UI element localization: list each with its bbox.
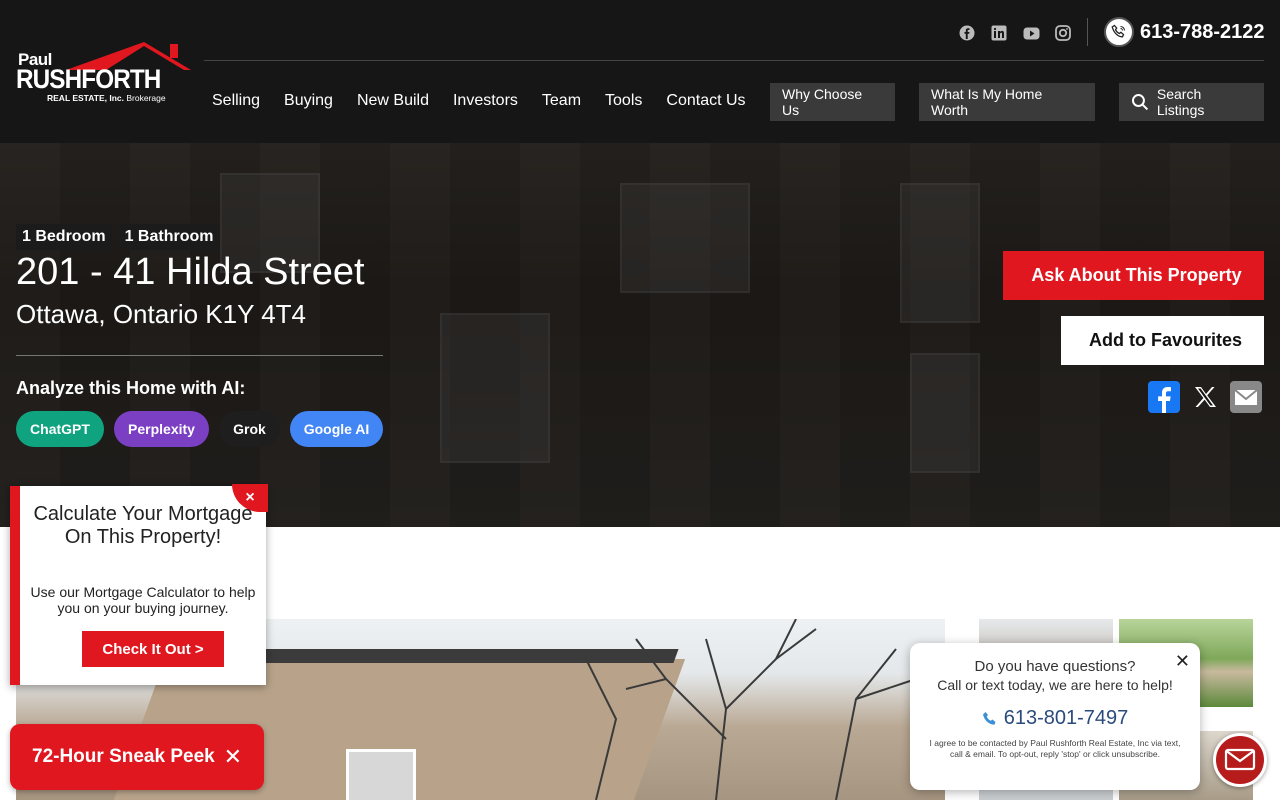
perplexity-button[interactable]: Perplexity	[114, 411, 209, 447]
email-share-icon[interactable]	[1230, 381, 1262, 413]
search-listings-button[interactable]: Search Listings	[1119, 83, 1264, 121]
linkedin-icon[interactable]	[990, 24, 1008, 42]
facebook-share-icon[interactable]	[1148, 381, 1180, 413]
why-choose-us-button[interactable]: Why Choose Us	[770, 83, 895, 121]
hero-divider	[16, 355, 383, 356]
google-ai-button[interactable]: Google AI	[290, 411, 383, 447]
brand-logo[interactable]: Paul RUSHFORTH REAL ESTATE, Inc. Brokera…	[16, 42, 191, 104]
ai-analyze-label: Analyze this Home with AI:	[16, 378, 246, 398]
mortgage-popup-description: Use our Mortgage Calculator to help you …	[30, 584, 256, 616]
logo-tagline: REAL ESTATE, Inc. Brokerage	[47, 93, 166, 103]
chat-consent-text: I agree to be contacted by Paul Rushfort…	[929, 738, 1181, 759]
share-buttons	[1148, 381, 1262, 413]
chat-subtext: Call or text today, we are here to help!	[937, 677, 1173, 693]
logo-tagline-brokerage: Brokerage	[126, 93, 166, 103]
logo-last-name: RUSHFORTH	[16, 64, 161, 94]
social-links	[958, 24, 1072, 42]
phone-icon	[982, 711, 996, 725]
sneak-peek-banner[interactable]: 72-Hour Sneak Peek ✕	[10, 724, 264, 790]
mortgage-calculator-popup: × Calculate Your Mortgage On This Proper…	[10, 484, 268, 685]
header-divider	[1087, 18, 1088, 46]
nav-investors[interactable]: Investors	[453, 92, 518, 110]
chat-phone-link[interactable]: 613-801-7497	[910, 707, 1200, 730]
chat-prompt-popup: ✕ Do you have questions? Call or text to…	[910, 643, 1200, 790]
header-rule	[204, 60, 1264, 61]
header-phone-number: 613-788-2122	[1140, 20, 1265, 43]
x-share-icon[interactable]	[1192, 384, 1218, 410]
mortgage-popup-title: Calculate Your Mortgage On This Property…	[33, 503, 253, 548]
nav-new-build[interactable]: New Build	[357, 92, 429, 110]
chatgpt-button[interactable]: ChatGPT	[16, 411, 104, 447]
search-listings-label: Search Listings	[1156, 86, 1205, 118]
search-icon	[1131, 94, 1149, 111]
listing-badges: 1 Bedroom 1 Bathroom	[16, 224, 220, 250]
bathrooms-badge: 1 Bathroom	[118, 224, 220, 250]
phone-icon	[1104, 17, 1134, 47]
nav-team[interactable]: Team	[542, 92, 581, 110]
home-worth-button[interactable]: What Is My Home Worth	[919, 83, 1095, 121]
header-phone[interactable]: 613-788-2122	[1104, 17, 1265, 47]
sneak-peek-label: 72-Hour Sneak Peek	[32, 746, 215, 767]
ai-buttons: ChatGPT Perplexity Grok Google AI	[16, 411, 383, 447]
photo-house-window	[346, 749, 416, 800]
instagram-icon[interactable]	[1054, 24, 1072, 42]
ask-about-property-label: Ask About This Property	[1031, 265, 1242, 285]
listing-street-address: 201 - 41 Hilda Street	[16, 251, 365, 293]
sneak-peek-close-button[interactable]: ✕	[224, 744, 242, 770]
logo-tagline-company: REAL ESTATE, Inc.	[47, 93, 124, 103]
add-to-favourites-label: Add to Favourites	[1088, 330, 1242, 350]
main-nav: Selling Buying New Build Investors Team …	[212, 92, 770, 110]
chat-envelope-icon	[1224, 748, 1256, 771]
live-chat-button[interactable]	[1213, 733, 1267, 787]
listing-city-address: Ottawa, Ontario K1Y 4T4	[16, 299, 306, 329]
check-it-out-button[interactable]: Check It Out >	[82, 631, 224, 667]
nav-tools[interactable]: Tools	[605, 92, 642, 110]
ask-about-property-button[interactable]: Ask About This Property	[1003, 251, 1264, 300]
nav-selling[interactable]: Selling	[212, 92, 260, 110]
youtube-icon[interactable]	[1022, 24, 1040, 42]
facebook-icon[interactable]	[958, 24, 976, 42]
site-header: Paul RUSHFORTH REAL ESTATE, Inc. Brokera…	[0, 0, 1280, 143]
bedrooms-badge: 1 Bedroom	[16, 224, 112, 250]
chat-question: Do you have questions?	[974, 658, 1136, 675]
add-to-favourites-button[interactable]: Add to Favourites	[1061, 316, 1264, 365]
nav-buying[interactable]: Buying	[284, 92, 333, 110]
photo-tree-branches	[585, 619, 917, 800]
grok-button[interactable]: Grok	[219, 411, 280, 447]
nav-contact-us[interactable]: Contact Us	[666, 92, 745, 110]
chat-phone-number: 613-801-7497	[1003, 707, 1129, 729]
